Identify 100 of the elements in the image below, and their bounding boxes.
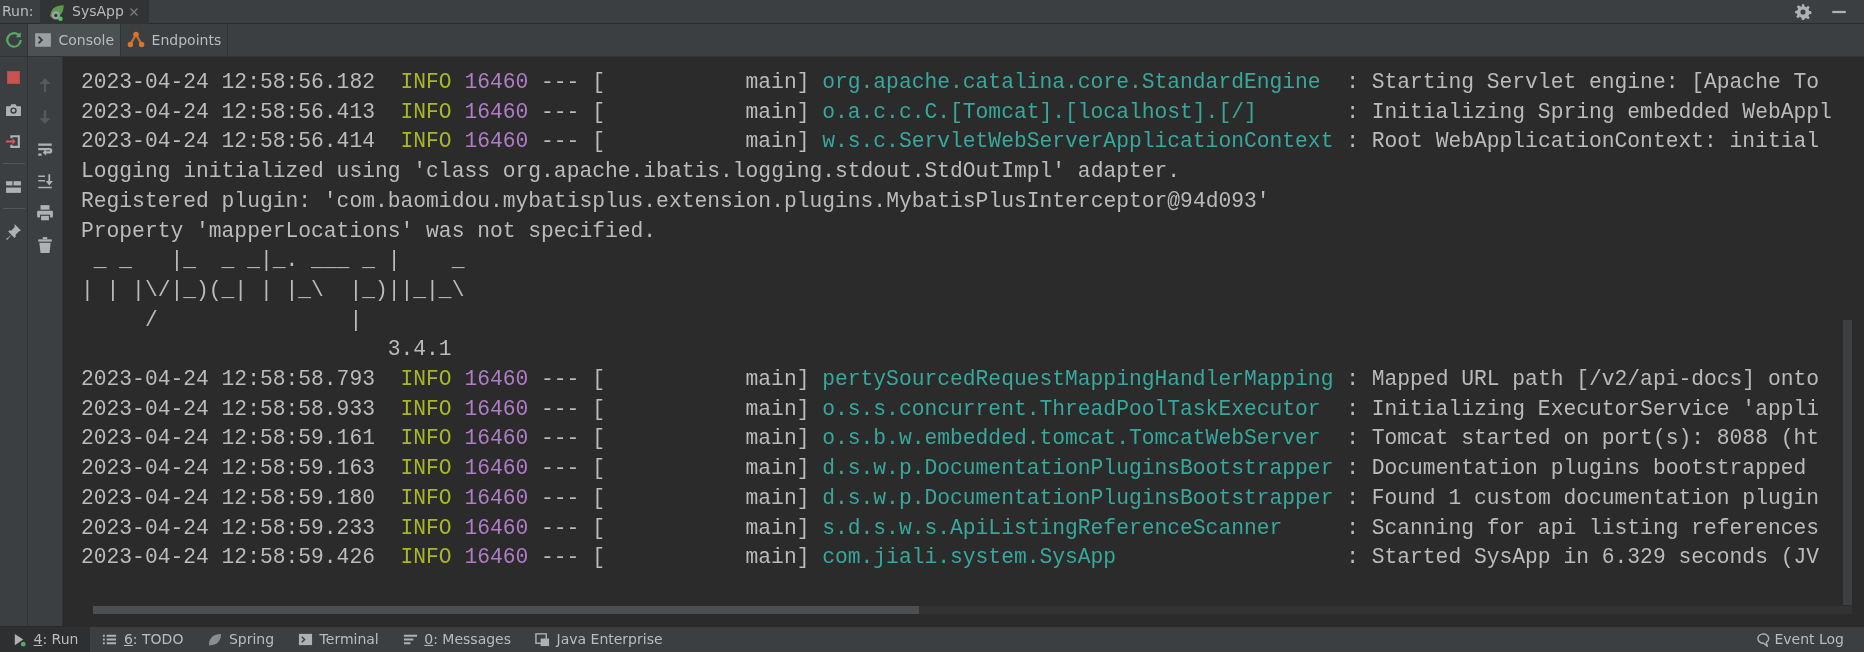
separator: : bbox=[1346, 455, 1359, 483]
console-text: Registered plugin: 'com.baomidou.mybatisplus.extension.plugins.MybatisPlusInterceptor@94d093' bbox=[81, 187, 1270, 215]
log-level: INFO bbox=[400, 425, 452, 453]
stop-icon[interactable] bbox=[5, 68, 22, 86]
console-tab[interactable]: Endpoints bbox=[121, 24, 229, 56]
log-message: Mapped URL path [/v2/api-docs] onto bbox=[1371, 366, 1820, 394]
log-level: INFO bbox=[400, 484, 452, 512]
thread-name: [ main] bbox=[592, 484, 810, 512]
log-message: Started SysApp in 6.329 seconds (JV bbox=[1371, 544, 1820, 572]
printer-icon[interactable] bbox=[36, 204, 54, 222]
log-level: INFO bbox=[400, 128, 452, 156]
thread-name: [ main] bbox=[592, 514, 810, 542]
process-id: 16460 bbox=[464, 366, 529, 394]
tool-window-button[interactable]: Terminal bbox=[286, 627, 391, 652]
enterprise-icon bbox=[535, 632, 550, 647]
trash-icon[interactable] bbox=[36, 236, 54, 254]
settings-icon[interactable] bbox=[1794, 2, 1812, 21]
log-timestamp: 2023-04-24 12:58:59.161 bbox=[81, 425, 375, 453]
log-message: Starting Servlet engine: [Apache To bbox=[1371, 69, 1820, 96]
run-tab[interactable]: SysApp bbox=[39, 0, 150, 24]
logger-name: d.s.w.p.DocumentationPluginsBootstrapper bbox=[822, 455, 1334, 483]
log-level: INFO bbox=[400, 98, 452, 126]
log-level: INFO bbox=[400, 69, 452, 96]
log-message: Root WebApplicationContext: initial bbox=[1371, 128, 1820, 156]
tool-window-button[interactable]: 6: TODO bbox=[90, 627, 196, 652]
tool-window-button[interactable]: Java Enterprise bbox=[523, 627, 675, 652]
log-level: INFO bbox=[400, 514, 452, 542]
separator: --- bbox=[541, 366, 580, 394]
process-id: 16460 bbox=[464, 69, 529, 96]
tool-window-button[interactable]: 0: Messages bbox=[390, 627, 523, 652]
separator: --- bbox=[541, 128, 580, 156]
thread-name: [ main] bbox=[592, 69, 810, 96]
thread-name: [ main] bbox=[592, 544, 810, 572]
soft-wrap-icon[interactable] bbox=[36, 140, 54, 158]
process-id: 16460 bbox=[464, 425, 529, 453]
scroll-end-icon[interactable] bbox=[36, 172, 54, 190]
process-id: 16460 bbox=[464, 544, 529, 572]
scrollbar-thumb[interactable] bbox=[93, 606, 919, 614]
log-message: Found 1 custom documentation plugin bbox=[1371, 484, 1820, 512]
separator: --- bbox=[541, 484, 580, 512]
separator: --- bbox=[541, 98, 580, 126]
exit-icon[interactable] bbox=[5, 132, 22, 150]
separator: --- bbox=[541, 514, 580, 542]
log-message: Initializing ExecutorService 'appli bbox=[1371, 395, 1820, 423]
console-text: _ _ |_ _ _|_. ___ _ | _ bbox=[92, 247, 465, 275]
log-timestamp: 2023-04-24 12:58:56.414 bbox=[81, 128, 375, 156]
thread-name: [ main] bbox=[592, 98, 810, 126]
log-timestamp: 2023-04-24 12:58:58.933 bbox=[81, 395, 375, 423]
event-log-button[interactable]: Event Log bbox=[1744, 627, 1856, 652]
messages-icon bbox=[402, 632, 418, 647]
pin-icon[interactable] bbox=[5, 222, 22, 240]
tool-window-button[interactable]: 4: Run bbox=[0, 627, 91, 652]
process-id: 16460 bbox=[464, 98, 529, 126]
thread-name: [ main] bbox=[592, 366, 810, 394]
list-icon bbox=[102, 632, 118, 647]
log-level: INFO bbox=[400, 455, 452, 483]
console-text: | | |\/|_)(_| | |_\ |_)||_|_\ bbox=[81, 276, 465, 304]
log-message: Scanning for api listing references bbox=[1371, 514, 1820, 542]
logger-name: d.s.w.p.DocumentationPluginsBootstrapper bbox=[822, 484, 1334, 512]
log-timestamp: 2023-04-24 12:58:56.182 bbox=[81, 69, 375, 96]
separator: : bbox=[1346, 425, 1359, 453]
leaf-gear-icon bbox=[47, 2, 66, 21]
logger-name: o.a.c.c.C.[Tomcat].[localhost].[/] bbox=[822, 98, 1258, 126]
thread-name: [ main] bbox=[592, 425, 810, 453]
log-timestamp: 2023-04-24 12:58:58.793 bbox=[81, 366, 375, 394]
log-level: INFO bbox=[400, 366, 452, 394]
console-text: / | bbox=[143, 306, 363, 334]
log-message: Documentation plugins bootstrapped bbox=[1371, 455, 1807, 483]
logger-name: o.s.b.w.embedded.tomcat.TomcatWebServer bbox=[822, 425, 1322, 453]
console-text: Logging initialized using 'class org.apache.ibatis.logging.stdout.StdOutImpl' adapter. bbox=[81, 158, 1181, 186]
endpoints-icon bbox=[127, 31, 146, 49]
log-timestamp: 2023-04-24 12:58:56.413 bbox=[81, 98, 375, 126]
log-timestamp: 2023-04-24 12:58:59.180 bbox=[81, 484, 375, 512]
rerun-icon[interactable] bbox=[4, 31, 23, 49]
thread-name: [ main] bbox=[592, 395, 810, 423]
separator: --- bbox=[541, 455, 580, 483]
play-icon bbox=[12, 632, 27, 647]
logger-name: pertySourcedRequestMappingHandlerMapping bbox=[822, 366, 1334, 394]
separator: : bbox=[1346, 514, 1359, 542]
separator: --- bbox=[541, 69, 580, 96]
tool-window-button[interactable]: Spring bbox=[195, 627, 287, 652]
logger-name: com.jiali.system.SysApp bbox=[822, 544, 1118, 572]
log-message: Tomcat started on port(s): 8088 (ht bbox=[1371, 425, 1820, 453]
console-text: Property 'mapperLocations' was not specified. bbox=[81, 217, 657, 245]
separator: : bbox=[1346, 395, 1359, 423]
separator: : bbox=[1346, 128, 1359, 156]
separator: : bbox=[1346, 366, 1359, 394]
separator: : bbox=[1346, 69, 1359, 96]
console-text: 3.4.1 bbox=[386, 336, 452, 364]
process-id: 16460 bbox=[464, 455, 529, 483]
separator: : bbox=[1346, 98, 1359, 126]
speech-bubble-icon bbox=[1756, 632, 1772, 647]
log-timestamp: 2023-04-24 12:58:59.163 bbox=[81, 455, 375, 483]
process-id: 16460 bbox=[464, 128, 529, 156]
logger-name: o.s.s.concurrent.ThreadPoolTaskExecutor bbox=[822, 395, 1322, 423]
logger-name: s.d.s.w.s.ApiListingReferenceScanner bbox=[822, 514, 1284, 542]
console-tab[interactable]: Console bbox=[28, 24, 122, 56]
log-timestamp: 2023-04-24 12:58:59.426 bbox=[81, 544, 375, 572]
leaf-icon bbox=[207, 632, 223, 647]
logger-name: w.s.c.ServletWebServerApplicationContext bbox=[822, 128, 1334, 156]
